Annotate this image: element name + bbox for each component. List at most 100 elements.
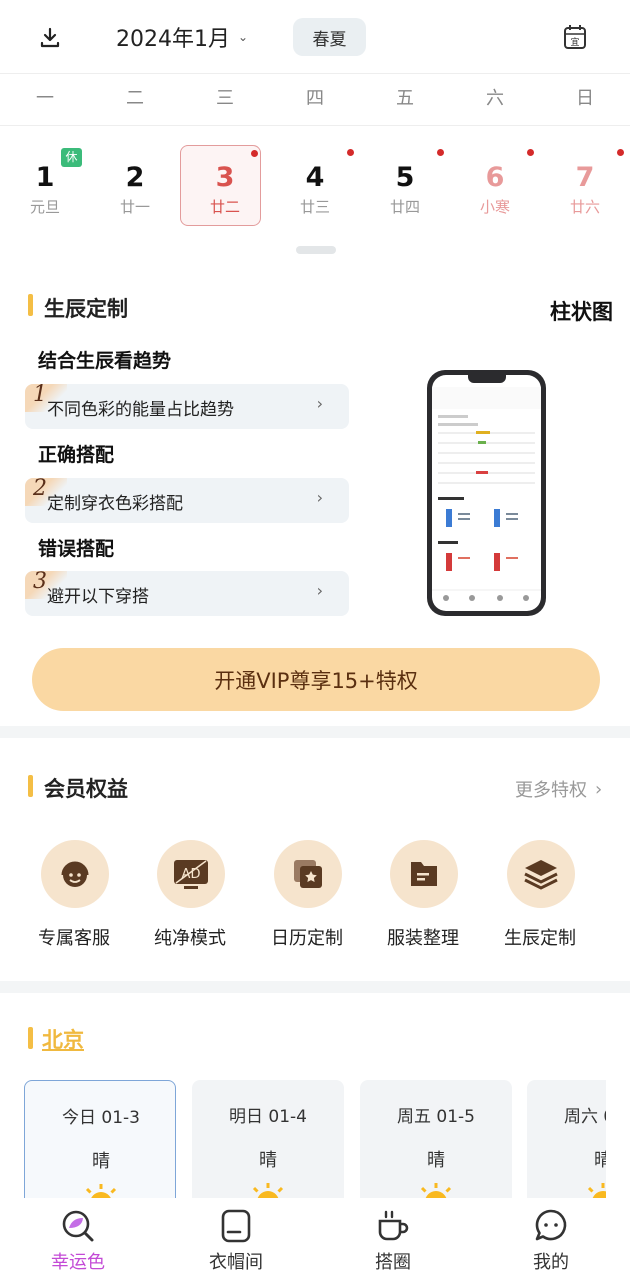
svg-text:AD: AD [182,867,201,882]
folder-icon [390,840,458,908]
bar-chart-link[interactable]: 柱状图 [550,296,613,326]
weather-day-label: 周六 01-6 [564,1107,606,1127]
month-selector[interactable]: 2024年1月 ⌄ [116,20,248,54]
section-divider [0,726,630,738]
section-accent-bar [28,1027,33,1049]
nav-tab-circle[interactable]: 搭圈 [333,1198,453,1280]
svg-text:宜: 宜 [570,36,579,48]
weather-forecast-list[interactable]: 今日 01-3 晴 明日 01-4 晴 周五 01-5 晴 周六 01-6 晴 [0,1080,606,1200]
week-dates: 1 元旦 休 2 廿一 3 廿二 4 廿三 5 廿四 6 小寒 7 廿六 [0,126,630,236]
lunar-date: 元旦 [29,198,60,216]
headset-icon [41,840,109,908]
date-cell[interactable]: 7 廿六 [540,126,630,236]
date-number: 3 [215,162,235,193]
event-dot [251,150,258,157]
lucky-color-icon [60,1208,96,1244]
lunar-date: 廿一 [119,198,150,216]
lunar-date: 廿三 [299,198,330,216]
more-privileges-label: 更多特权 [515,780,587,801]
date-cell[interactable]: 5 廿四 [360,126,450,236]
event-dot [527,149,534,156]
weather-condition: 晴 [427,1150,445,1171]
section-title-custom: 生辰定制 [44,297,128,321]
weekday-label: 二 [126,88,144,109]
weather-card[interactable]: 明日 01-4 晴 [192,1080,344,1200]
download-icon[interactable] [34,22,66,54]
nav-label: 幸运色 [51,1252,105,1273]
nav-tab-lucky-color[interactable]: 幸运色 [18,1198,138,1280]
layers-icon [507,840,575,908]
phone-screen [432,375,541,611]
weather-card-today[interactable]: 今日 01-3 晴 [24,1080,176,1200]
subsection-heading: 错误搭配 [38,538,115,560]
date-cell-selected[interactable]: 3 廿二 [180,126,270,236]
weekday-label: 四 [306,88,324,109]
lunar-date: 廿六 [569,198,600,216]
item-index: 3 [33,571,47,594]
vip-subscribe-button[interactable]: 开通VIP尊享15+特权 [32,648,600,711]
chevron-right-icon: › [316,394,323,413]
benefit-label: 日历定制 [271,928,343,949]
subsection-heading: 正确搭配 [38,444,115,466]
chevron-right-icon: › [316,488,323,507]
date-cell[interactable]: 1 元旦 休 [0,126,90,236]
season-toggle[interactable]: 春夏 [293,18,366,56]
feature-item-label: 避开以下穿搭 [47,587,149,607]
weather-day-label: 周五 01-5 [397,1107,475,1127]
nav-label: 我的 [533,1252,569,1273]
feature-item-label: 不同色彩的能量占比趋势 [47,400,234,420]
phone-notch [468,375,506,383]
date-number: 7 [575,162,595,193]
event-dot [437,149,444,156]
weather-condition: 晴 [92,1151,110,1172]
drag-handle[interactable] [296,246,336,254]
feature-item-avoid[interactable]: 3 避开以下穿搭 › [25,571,349,616]
benefit-label: 生辰定制 [504,928,576,949]
weekday-label: 三 [216,88,234,109]
weekday-label: 一 [36,88,54,109]
date-cell[interactable]: 4 廿三 [270,126,360,236]
weather-card[interactable]: 周六 01-6 晴 [527,1080,606,1200]
nav-tab-wardrobe[interactable]: 衣帽间 [176,1198,296,1280]
chevron-right-icon: › [595,778,603,800]
benefit-label: 纯净模式 [154,928,226,949]
nav-tab-mine[interactable]: 我的 [491,1198,611,1280]
weather-condition: 晴 [259,1150,277,1171]
feature-item-energy-trend[interactable]: 1 不同色彩的能量占比趋势 › [25,384,349,429]
benefit-label: 专属客服 [38,928,110,949]
month-label: 2024年1月 [116,27,230,52]
holiday-badge: 休 [61,148,82,167]
lunar-date: 廿二 [209,198,240,216]
section-divider [0,981,630,993]
date-number: 2 [125,162,145,193]
benefit-label: 服装整理 [387,928,459,949]
weather-day-label: 明日 01-4 [229,1107,307,1127]
nav-label: 搭圈 [375,1252,411,1273]
benefit-exclusive-support[interactable]: 专属客服 [24,840,124,950]
cup-icon [375,1208,411,1244]
chat-bubble-icon [533,1208,569,1244]
nav-label: 衣帽间 [209,1252,263,1273]
city-link[interactable]: 北京 [42,1024,84,1054]
benefit-birth-custom[interactable]: 生辰定制 [490,840,590,950]
weather-card[interactable]: 周五 01-5 晴 [360,1080,512,1200]
feature-item-label: 定制穿衣色彩搭配 [47,494,183,514]
date-cell[interactable]: 2 廿一 [90,126,180,236]
weather-condition: 晴 [594,1150,606,1171]
date-number: 5 [395,162,415,193]
feature-item-color-match[interactable]: 2 定制穿衣色彩搭配 › [25,478,349,523]
chevron-right-icon: › [316,581,323,600]
more-privileges-link[interactable]: 更多特权 › [515,776,602,802]
subsection-heading: 结合生辰看趋势 [38,350,172,372]
section-accent-bar [28,775,33,797]
weekday-row: 一 二 三 四 五 六 日 [0,74,630,126]
calendar-icon[interactable]: 宜 [560,22,590,52]
weekday-label: 五 [396,88,414,109]
ad-free-icon: AD [157,840,225,908]
benefit-ad-free[interactable]: AD 纯净模式 [140,840,240,950]
benefit-wardrobe-organize[interactable]: 服装整理 [373,840,473,950]
chevron-down-icon: ⌄ [238,30,249,44]
benefit-calendar-custom[interactable]: 日历定制 [257,840,357,950]
item-index: 1 [33,384,47,407]
date-cell[interactable]: 6 小寒 [450,126,540,236]
